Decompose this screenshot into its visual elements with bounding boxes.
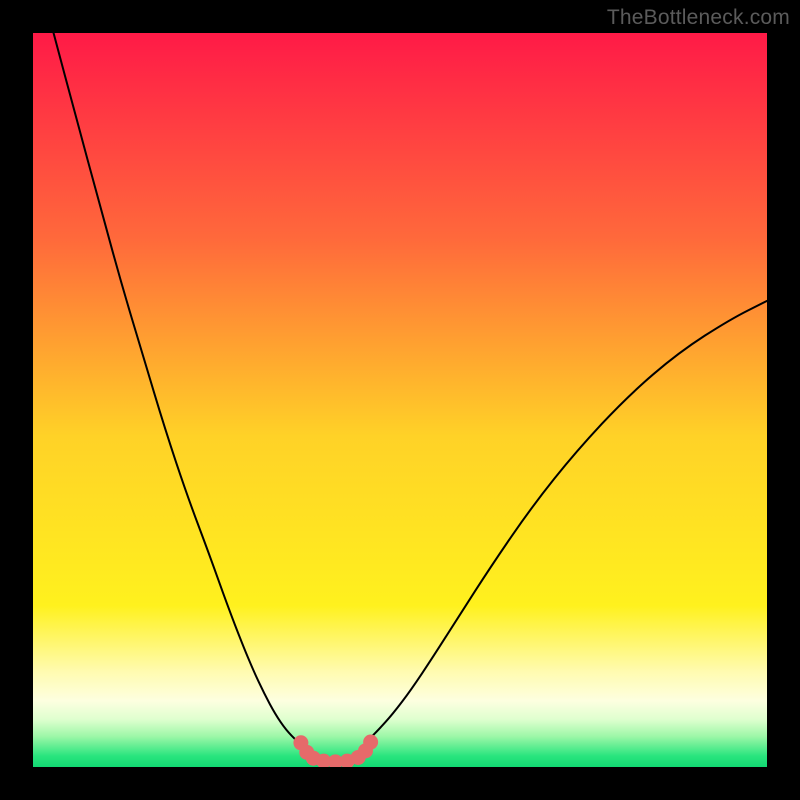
gradient-background xyxy=(33,33,767,767)
chart-frame: TheBottleneck.com xyxy=(0,0,800,800)
plot-area xyxy=(33,33,767,767)
chart-svg xyxy=(33,33,767,767)
data-point xyxy=(363,735,378,750)
watermark-text: TheBottleneck.com xyxy=(607,6,790,30)
